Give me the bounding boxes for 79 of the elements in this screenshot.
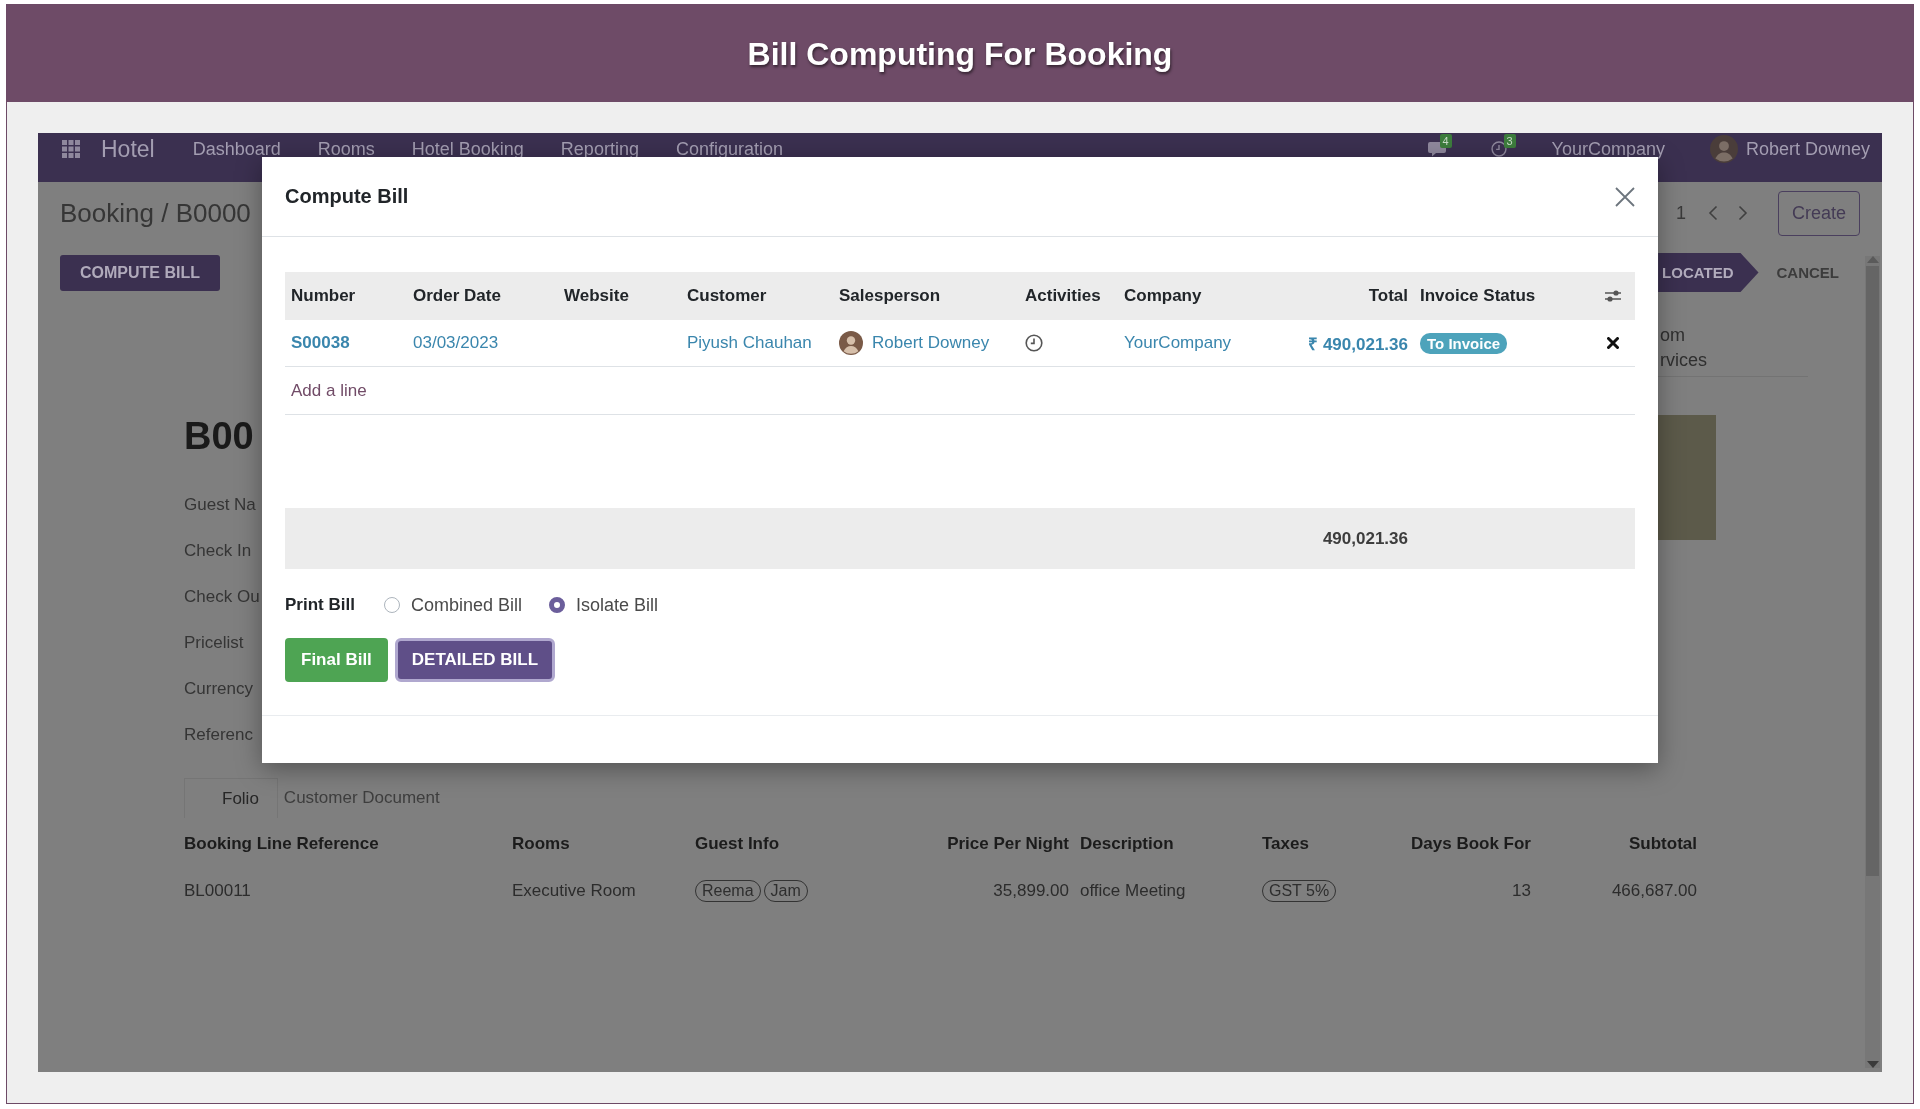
tab[interactable]: Customer Document bbox=[277, 778, 446, 818]
field-label: Check In bbox=[184, 540, 252, 562]
app-name[interactable]: Hotel bbox=[101, 137, 155, 161]
record-title: B00 bbox=[184, 414, 254, 458]
column-header[interactable]: Invoice Status bbox=[1414, 272, 1590, 320]
tab[interactable]: Folio bbox=[184, 778, 278, 818]
radio-button[interactable] bbox=[548, 597, 565, 613]
clock-icon[interactable] bbox=[1025, 334, 1043, 352]
create-button[interactable]: Create bbox=[1777, 190, 1860, 236]
menu-item[interactable]: Rooms bbox=[317, 141, 375, 157]
menu-item[interactable]: Reporting bbox=[560, 141, 639, 157]
cross-icon[interactable] bbox=[1606, 337, 1619, 349]
final-bill-button[interactable]: Final Bill bbox=[285, 638, 388, 682]
order-number-link[interactable]: S00038 bbox=[291, 333, 350, 353]
pager-value: 1 bbox=[1675, 202, 1686, 224]
field-label: Currency bbox=[184, 678, 253, 700]
column-header[interactable]: Booking Line Reference bbox=[184, 834, 379, 854]
avatar-icon bbox=[839, 331, 863, 355]
column-header[interactable]: Salesperson bbox=[833, 272, 1019, 320]
column-header[interactable]: Description bbox=[1080, 834, 1174, 854]
scroll-down-icon[interactable] bbox=[1866, 1061, 1879, 1068]
menu-item[interactable]: Dashboard bbox=[192, 141, 281, 157]
column-header[interactable]: Website bbox=[558, 272, 681, 320]
salesperson-link[interactable]: Robert Downey bbox=[872, 333, 990, 353]
app-grid-icon[interactable] bbox=[62, 140, 80, 158]
user-menu[interactable]: Robert Downey bbox=[1745, 139, 1870, 159]
column-header[interactable]: Company bbox=[1118, 272, 1260, 320]
table-cell: 13 bbox=[1512, 881, 1531, 901]
scrollbar[interactable] bbox=[1865, 256, 1880, 1068]
stage-step[interactable]: LOCATED bbox=[1658, 253, 1759, 292]
column-header[interactable]: Price Per Night bbox=[947, 834, 1069, 854]
sliders-icon[interactable] bbox=[1603, 288, 1622, 304]
table-cell-text: ₹ 490,021.36 bbox=[1308, 333, 1408, 355]
scrollbar-thumb[interactable] bbox=[1866, 266, 1879, 876]
column-header[interactable]: Taxes bbox=[1262, 834, 1309, 854]
count-badge: 3 bbox=[1503, 134, 1516, 148]
clock-icon[interactable] bbox=[1490, 141, 1507, 157]
table-cell: 466,687.00 bbox=[1611, 881, 1697, 901]
chevron-left-icon[interactable] bbox=[1707, 205, 1718, 221]
breadcrumb[interactable]: Booking / B0000 bbox=[60, 197, 251, 229]
customer-link[interactable]: Piyush Chauhan bbox=[687, 333, 812, 353]
field-label: Print Bill bbox=[285, 595, 355, 615]
dialog-title: Compute Bill bbox=[285, 185, 409, 208]
table-cell: BL00011 bbox=[184, 881, 251, 901]
field-label: Guest Na bbox=[184, 494, 256, 516]
column-header[interactable]: Number bbox=[285, 272, 407, 320]
action-button[interactable]: COMPUTE BILL bbox=[60, 254, 220, 291]
status-badge: To Invoice bbox=[1420, 332, 1508, 354]
field-label: Referenc bbox=[184, 724, 253, 746]
detailed-bill-button[interactable]: DETAILED BILL bbox=[394, 638, 556, 682]
chevron-right-icon[interactable] bbox=[1737, 205, 1748, 221]
column-header[interactable]: Guest Info bbox=[695, 834, 780, 854]
radio-button[interactable] bbox=[383, 597, 400, 613]
stage-step[interactable]: CANCEL bbox=[1758, 253, 1839, 292]
menu-item[interactable]: Configuration bbox=[675, 141, 783, 157]
table-cell: 35,899.00 bbox=[993, 881, 1069, 901]
grand-total: 490,021.36 bbox=[1322, 528, 1409, 549]
company-link[interactable]: YourCompany bbox=[1124, 333, 1232, 353]
add-line-link[interactable]: Add a line bbox=[291, 380, 367, 401]
column-header[interactable]: Order Date bbox=[407, 272, 558, 320]
table-cell: 03/03/2023 bbox=[413, 333, 499, 353]
column-header[interactable]: Activities bbox=[1019, 272, 1118, 320]
banner-title: Bill Computing For Booking bbox=[747, 34, 1173, 74]
table-cell: office Meeting bbox=[1080, 881, 1186, 901]
option-label[interactable]: Combined Bill bbox=[410, 594, 522, 616]
column-header[interactable]: Days Book For bbox=[1411, 834, 1531, 854]
count-badge: 4 bbox=[1439, 134, 1452, 148]
field-label: Check Ou bbox=[184, 586, 260, 608]
field-label: Pricelist bbox=[184, 632, 244, 654]
column-header[interactable]: Total bbox=[1260, 272, 1414, 320]
company-switcher[interactable]: YourCompany bbox=[1551, 141, 1665, 157]
close-icon[interactable] bbox=[1615, 186, 1635, 207]
column-header[interactable]: Subtotal bbox=[1629, 834, 1697, 854]
table-cell: Executive Room bbox=[512, 881, 636, 901]
column-header[interactable]: Customer bbox=[681, 272, 833, 320]
menu-item[interactable]: Hotel Booking bbox=[411, 141, 524, 157]
option-label[interactable]: Isolate Bill bbox=[575, 594, 658, 616]
column-header[interactable]: Rooms bbox=[512, 834, 570, 854]
avatar-icon bbox=[1709, 135, 1738, 163]
